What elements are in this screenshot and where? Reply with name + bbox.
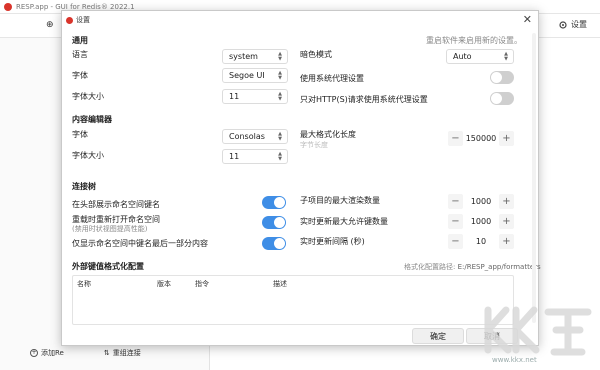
section-connections-title: 连接树 [72,182,96,191]
scrollbar[interactable] [532,33,536,323]
live-update-max-stepper[interactable]: − 1000 + [448,214,514,229]
updown-icon: ▲ ▼ [278,91,282,102]
formatters-table[interactable]: 名称 版本 指令 描述 [72,275,514,325]
reopen-ns-hint: (禁用时状视图提高性能) [72,225,148,233]
font-label: 字体 [72,71,88,80]
toggle-knob [274,217,285,228]
close-icon[interactable]: ✕ [523,14,532,25]
app-logo-icon [4,2,12,11]
toggle-knob [274,238,285,249]
font-select[interactable]: Segoe UI ▲ ▼ [222,68,288,83]
column-header: 描述 [273,280,287,288]
add-connection-label: 添加Re [41,349,64,357]
minus-icon[interactable]: − [448,194,463,209]
show-last-part-toggle[interactable] [262,237,286,250]
editor-font-select[interactable]: Consolas ▲ ▼ [222,129,288,144]
live-update-interval-value[interactable]: 10 [463,237,499,246]
language-value: system [229,52,258,61]
editor-font-size-value: 11 [229,152,240,161]
max-format-len-stepper[interactable]: − 150000 + [448,131,514,146]
show-ns-in-header-toggle[interactable] [262,196,286,209]
max-children-stepper[interactable]: − 1000 + [448,194,514,209]
plus-icon[interactable]: + [499,194,514,209]
dialog-titlebar: 设置 [62,11,538,29]
gear-icon [559,20,567,29]
font-size-label: 字体大小 [72,92,104,101]
use-system-proxy-toggle[interactable] [490,71,514,84]
show-last-part-label: 仅显示命名空间中键名最后一部分内容 [72,239,208,248]
arrows-icon: ⇅ [103,349,110,357]
settings-button[interactable]: 设置 [558,19,587,30]
toggle-knob [491,72,502,83]
formatters-path: 格式化配置路径: E:/RESP_app/formatters [404,262,541,272]
color-mode-select[interactable]: Auto ▲ ▼ [446,49,514,64]
use-system-proxy-label: 使用系统代理设置 [300,74,364,83]
column-header: 名称 [77,280,91,288]
updown-icon: ▲ ▼ [278,51,282,62]
toggle-knob [274,197,285,208]
max-format-len-label: 最大格式化长度 [300,130,356,139]
watermark-url: www.kkx.net [492,356,537,364]
minus-icon[interactable]: − [448,214,463,229]
editor-font-label: 字体 [72,130,88,139]
font-size-select[interactable]: 11 ▲ ▼ [222,89,288,104]
plus-icon: + [30,349,38,357]
toggle-knob [491,93,502,104]
show-ns-in-header-label: 在头部展示命名空间键名 [72,200,160,209]
updown-icon: ▲ ▼ [278,70,282,81]
connect-button[interactable]: ⊕ [46,20,54,30]
reload-label: 重组连接 [112,349,141,357]
plus-icon[interactable]: + [499,234,514,249]
live-update-interval-stepper[interactable]: − 10 + [448,234,514,249]
max-format-len-hint: 字节长度 [300,141,328,149]
max-children-value[interactable]: 1000 [463,197,499,206]
plus-icon[interactable]: + [499,214,514,229]
restart-hint: 重启软件来启用新的设置。 [426,36,522,45]
editor-font-value: Consolas [229,132,265,141]
editor-font-size-label: 字体大小 [72,151,104,160]
max-children-label: 子项目的最大渲染数量 [300,196,380,205]
updown-icon: ▲ ▼ [504,51,508,62]
dialog-title: 设置 [76,16,90,24]
add-connection-button[interactable]: + 添加Re [30,346,64,360]
minus-icon[interactable]: − [448,234,463,249]
reload-button[interactable]: ⇅ 重组连接 [104,346,141,360]
use-system-proxy-http-label: 只对HTTP(S)请求使用系统代理设置 [300,95,428,104]
font-size-value: 11 [229,92,240,101]
minus-icon[interactable]: − [448,131,463,146]
section-editor-title: 内容编辑器 [72,115,112,124]
plus-icon[interactable]: + [499,131,514,146]
section-general-title: 通用 [72,36,88,45]
reopen-ns-toggle[interactable] [262,216,286,229]
settings-label: 设置 [571,20,587,29]
editor-font-size-select[interactable]: 11 ▲ ▼ [222,149,288,164]
use-system-proxy-http-toggle[interactable] [490,92,514,105]
live-update-max-label: 实时更新最大允许键数量 [300,217,388,226]
color-mode-value: Auto [453,52,472,61]
live-update-interval-label: 实时更新间隔 (秒) [300,237,365,246]
formatters-path-label: 格式化配置路径: [404,263,456,271]
main-bottom-bar: + 添加Re ⇅ 重组连接 [30,346,141,360]
font-value: Segoe UI [229,71,265,80]
max-format-len-value[interactable]: 150000 [463,134,499,143]
language-label: 语言 [72,50,88,59]
updown-icon: ▲ ▼ [278,151,282,162]
column-header: 版本 [157,280,171,288]
color-mode-label: 暗色模式 [300,50,332,59]
language-select[interactable]: system ▲ ▼ [222,49,288,64]
column-header: 指令 [195,280,209,288]
ok-button[interactable]: 确定 [412,328,464,344]
updown-icon: ▲ ▼ [278,131,282,142]
formatters-path-value[interactable]: E:/RESP_app/formatters [458,263,541,271]
section-formatters-title: 外部键值格式化配置 [72,262,144,271]
app-logo-icon [66,16,73,24]
live-update-max-value[interactable]: 1000 [463,217,499,226]
settings-dialog: 设置 ✕ 通用 重启软件来启用新的设置。 语言 system ▲ ▼ 暗色模式 A… [61,10,541,346]
